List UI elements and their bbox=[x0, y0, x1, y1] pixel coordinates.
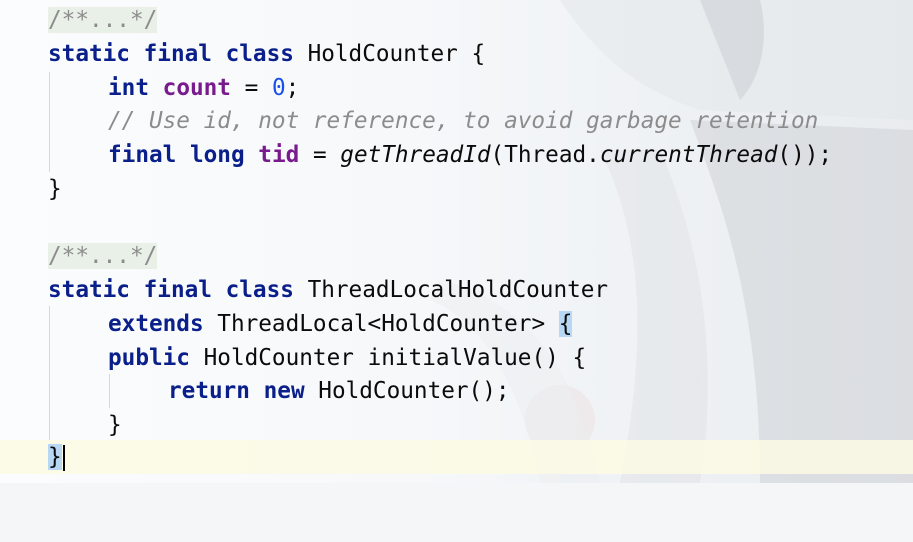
constructor-call: HoldCounter(); bbox=[318, 378, 510, 404]
keyword: extends bbox=[108, 311, 204, 337]
code-line-8: /**...*/ bbox=[0, 239, 913, 273]
brace: } bbox=[108, 412, 122, 438]
code-line-5: final long tid = getThreadId(Thread.curr… bbox=[0, 138, 913, 172]
code-line-12: return new HoldCounter(); bbox=[0, 374, 913, 408]
keyword: return bbox=[168, 378, 250, 404]
field-name: tid bbox=[258, 142, 300, 168]
matched-brace: } bbox=[48, 444, 62, 470]
class-name: ThreadLocalHoldCounter bbox=[307, 277, 609, 303]
method-call: currentThread bbox=[599, 142, 778, 168]
code-line-11: public HoldCounter initialValue() { bbox=[0, 341, 913, 375]
keyword: new bbox=[263, 378, 305, 404]
semicolon: ; bbox=[285, 75, 300, 101]
field-name: count bbox=[162, 75, 231, 101]
keyword: int bbox=[108, 75, 149, 101]
brace: } bbox=[48, 176, 62, 202]
text-caret bbox=[62, 444, 65, 471]
keyword: static bbox=[48, 277, 130, 303]
code-line-6: } bbox=[0, 172, 913, 206]
code-line-9: static final class ThreadLocalHoldCounte… bbox=[0, 273, 913, 307]
dot: . bbox=[586, 142, 600, 168]
keyword: class bbox=[225, 41, 294, 67]
paren: ()); bbox=[777, 142, 833, 168]
folded-javadoc[interactable]: /**...*/ bbox=[48, 243, 158, 269]
paren: ( bbox=[490, 142, 505, 168]
line-comment: // Use id, not reference, to avoid garba… bbox=[108, 108, 819, 134]
type-name: ThreadLocal<HoldCounter> bbox=[217, 311, 546, 337]
keyword: class bbox=[225, 277, 294, 303]
keyword: public bbox=[108, 345, 190, 371]
method-declaration: initialValue() { bbox=[367, 345, 587, 371]
brace: { bbox=[471, 41, 486, 67]
keyword: final bbox=[143, 41, 212, 67]
keyword: final bbox=[143, 277, 212, 303]
code-line-3: int count = 0; bbox=[0, 71, 913, 105]
folded-javadoc[interactable]: /**...*/ bbox=[48, 7, 158, 33]
code-line-10: extends ThreadLocal<HoldCounter> { bbox=[0, 307, 913, 341]
keyword: long bbox=[189, 142, 245, 168]
keyword: static bbox=[48, 41, 130, 67]
code-line-2: static final class HoldCounter { bbox=[0, 37, 913, 71]
type-name: Thread bbox=[504, 142, 587, 168]
code-editor[interactable]: /**...*/ static final class HoldCounter … bbox=[0, 0, 913, 483]
operator: = bbox=[312, 142, 327, 168]
keyword: final bbox=[108, 142, 177, 168]
number-literal: 0 bbox=[271, 75, 286, 101]
operator: = bbox=[244, 75, 259, 101]
code-line-13: } bbox=[0, 408, 913, 442]
matched-brace: { bbox=[558, 311, 573, 337]
method-call: getThreadId bbox=[340, 142, 491, 168]
type-name: HoldCounter bbox=[203, 345, 354, 371]
code-line-14-current: } bbox=[0, 440, 913, 474]
class-name: HoldCounter bbox=[307, 41, 458, 67]
code-line-1: /**...*/ bbox=[0, 3, 913, 37]
code-line-4: // Use id, not reference, to avoid garba… bbox=[0, 104, 913, 138]
